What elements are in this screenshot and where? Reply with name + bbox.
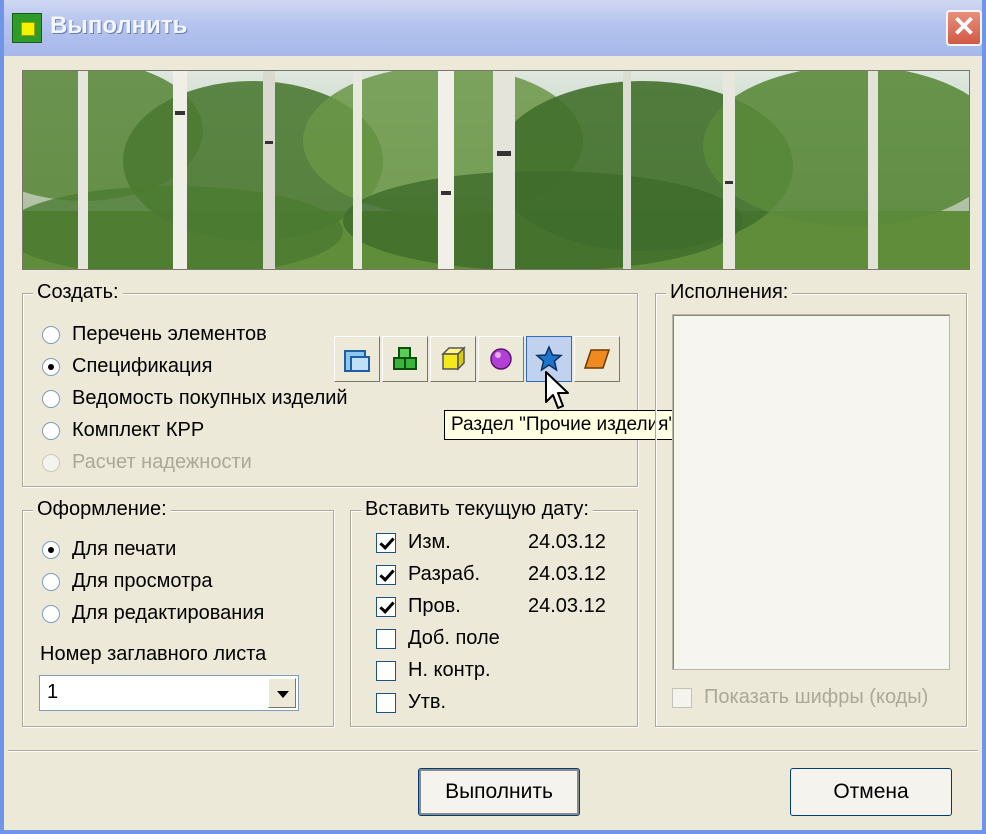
create-group-legend: Создать: [33,281,123,304]
radio-label: Для просмотра [72,570,213,592]
birch-forest-picture [23,71,969,269]
checkbox-izm[interactable]: Изм. [376,531,451,554]
radio-label: Для печати [72,538,177,560]
title-sheet-label: Номер заглавного листа [40,643,267,665]
radio-button[interactable] [42,357,60,376]
radio-specifikatsiya[interactable]: Спецификация [42,355,212,378]
section-button-standard[interactable] [478,336,524,382]
cancel-button[interactable]: Отмена [790,768,952,816]
checkbox [672,687,692,708]
radio-komplekt[interactable]: Комплект КРР [42,419,204,442]
checkbox-label: Показать шифры (коды) [704,686,929,708]
app-icon [12,13,42,43]
close-button[interactable]: ✕ [946,10,982,46]
checkbox-utv[interactable]: Утв. [376,691,446,714]
radio-button[interactable] [42,572,60,591]
checkbox-label: Н. контр. [408,659,491,681]
checkbox-label: Утв. [408,691,447,713]
radio-label: Перечень элементов [72,323,267,345]
checkbox[interactable] [376,692,396,713]
separator [8,750,978,752]
section-toolbar [334,336,624,384]
radio-button[interactable] [42,389,60,408]
radio-for-edit[interactable]: Для редактирования [42,602,264,625]
checkbox-label: Пров. [408,595,461,617]
radio-raschet: Расчет надежности [42,451,252,474]
folder-icon [344,350,370,372]
purple-sphere-icon [490,348,512,370]
radio-label: Ведомость покупных изделий [72,387,348,409]
radio-button[interactable] [42,604,60,623]
tooltip: Раздел "Прочие изделия" [444,410,683,440]
chevron-down-icon[interactable] [268,678,296,708]
window-title: Выполнить [50,12,188,39]
mouse-cursor-icon [545,371,569,409]
radio-button[interactable] [42,421,60,440]
radio-for-view[interactable]: Для просмотра [42,570,213,593]
combobox-value: 1 [47,681,59,703]
checkbox-label: Разраб. [408,563,481,585]
checkbox[interactable] [376,532,396,553]
radio-button[interactable] [42,325,60,344]
radio-button[interactable] [42,540,60,559]
checkbox-prov[interactable]: Пров. [376,595,461,618]
section-button-documentation[interactable] [334,336,380,382]
banner-image [22,70,970,270]
radio-button [42,453,60,472]
section-button-details[interactable] [430,336,476,382]
checkbox-label: Доб. поле [408,627,500,649]
radio-perechen[interactable]: Перечень элементов [42,323,267,346]
section-button-assemblies[interactable] [382,336,428,382]
checkbox-razrab[interactable]: Разраб. [376,563,480,586]
date-value: 24.03.12 [528,563,606,585]
execute-button[interactable]: Выполнить [418,768,580,816]
checkbox-label: Изм. [408,531,451,553]
executions-group-legend: Исполнения: [666,281,793,304]
format-group-legend: Оформление: [33,498,171,521]
section-button-materials[interactable] [574,336,620,382]
radio-label: Спецификация [72,355,213,377]
radio-vedomost[interactable]: Ведомость покупных изделий [42,387,348,410]
radio-label: Комплект КРР [72,419,205,441]
date-value: 24.03.12 [528,595,606,617]
checkbox[interactable] [376,564,396,585]
green-blocks-icon [393,347,417,370]
show-codes-checkbox: Показать шифры (коды) [672,686,928,709]
checkbox[interactable] [376,596,396,617]
checkbox[interactable] [376,660,396,681]
yellow-cube-icon [441,346,466,371]
title-bar[interactable]: Выполнить ✕ [4,0,982,56]
orange-parallelogram-icon [583,349,611,369]
date-value: 24.03.12 [528,531,606,553]
date-group-legend: Вставить текущую дату: [361,498,593,521]
checkbox-n-kontr[interactable]: Н. контр. [376,659,491,682]
executions-list[interactable] [672,314,950,670]
title-sheet-combobox[interactable]: 1 [39,675,299,711]
radio-for-print[interactable]: Для печати [42,538,176,561]
checkbox[interactable] [376,628,396,649]
radio-label: Для редактирования [72,602,265,624]
radio-label: Расчет надежности [72,451,252,473]
checkbox-dob-pole[interactable]: Доб. поле [376,627,500,650]
dialog-window: Выполнить ✕ Создать: Перечень элементов … [0,0,986,834]
